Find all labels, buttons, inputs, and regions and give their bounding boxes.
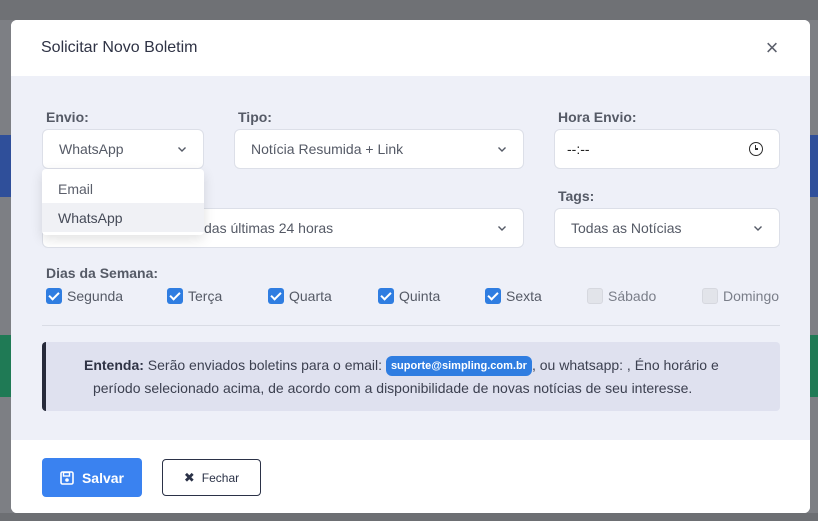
clock-icon[interactable]: [749, 142, 763, 156]
day-quinta[interactable]: Quinta: [378, 288, 440, 304]
checkbox-checked[interactable]: [268, 288, 284, 304]
fechar-label: Fechar: [201, 470, 240, 485]
envio-dropdown-menu: Email WhatsApp: [42, 169, 204, 235]
modal-title: Solicitar Novo Boletim: [41, 39, 198, 56]
day-domingo[interactable]: Domingo: [702, 288, 779, 304]
checkbox-unchecked[interactable]: [702, 288, 718, 304]
chevron-down-icon: [498, 147, 506, 152]
chevron-down-icon: [178, 147, 186, 152]
tipo-value: Notícia Resumida + Link: [251, 141, 404, 157]
info-text-before-email: Serão enviados boletins para o email:: [143, 357, 386, 373]
envio-label: Envio:: [46, 109, 89, 125]
dias-checkbox-group: Segunda Terça Quarta Quinta Sexta Sábado: [46, 288, 780, 308]
info-text-after-email: , ou whatsapp: , Éno horário e: [531, 357, 719, 373]
day-quarta[interactable]: Quarta: [268, 288, 332, 304]
checkbox-checked[interactable]: [485, 288, 501, 304]
save-icon: [60, 470, 74, 485]
info-callout: Entenda: Serão enviados boletins para o …: [42, 342, 780, 411]
close-icon[interactable]: ×: [761, 37, 783, 59]
envio-option-whatsapp[interactable]: WhatsApp: [42, 203, 204, 232]
email-badge: suporte@simpling.com.br: [385, 356, 532, 376]
chevron-down-icon: [498, 226, 506, 231]
day-terca[interactable]: Terça: [167, 288, 222, 304]
divider: [42, 325, 780, 326]
day-sabado[interactable]: Sábado: [587, 288, 656, 304]
hora-envio-label: Hora Envio:: [558, 109, 637, 125]
day-sexta[interactable]: Sexta: [485, 288, 542, 304]
close-icon: ✖: [183, 469, 195, 485]
tags-value: Todas as Notícias: [571, 220, 682, 236]
checkbox-unchecked[interactable]: [587, 288, 603, 304]
fechar-button[interactable]: ✖ Fechar: [162, 459, 261, 496]
checkbox-checked[interactable]: [46, 288, 62, 304]
envio-value: WhatsApp: [59, 141, 124, 157]
dias-label: Dias da Semana:: [46, 265, 159, 281]
save-button[interactable]: Salvar: [42, 458, 142, 497]
tipo-select[interactable]: Notícia Resumida + Link: [234, 129, 524, 169]
hora-envio-value: --:--: [567, 141, 590, 157]
chevron-down-icon: [754, 226, 762, 231]
backdrop-bottom: [0, 513, 818, 521]
info-line-2: período selecionado acima, de acordo com…: [93, 380, 693, 396]
tags-select[interactable]: Todas as Notícias: [554, 208, 780, 248]
modal-header: Solicitar Novo Boletim ×: [11, 20, 810, 76]
day-segunda[interactable]: Segunda: [46, 288, 123, 304]
checkbox-checked[interactable]: [378, 288, 394, 304]
backdrop-top: [0, 0, 818, 20]
info-line-1: Entenda: Serão enviados boletins para o …: [46, 354, 780, 377]
info-title: Entenda:: [84, 357, 144, 373]
tags-label: Tags:: [558, 188, 595, 204]
envio-select[interactable]: WhatsApp: [42, 129, 204, 169]
envio-option-email[interactable]: Email: [42, 174, 204, 203]
tipo-label: Tipo:: [238, 109, 272, 125]
modal-body: Envio: Tipo: Hora Envio: WhatsApp Notíci…: [11, 76, 810, 440]
checkbox-checked[interactable]: [167, 288, 183, 304]
periodo-value: das últimas 24 horas: [204, 220, 334, 236]
hora-envio-input[interactable]: --:--: [554, 129, 780, 169]
modal: Solicitar Novo Boletim × Envio: Tipo: Ho…: [11, 20, 810, 513]
save-label: Salvar: [81, 469, 125, 486]
modal-footer: Salvar ✖ Fechar: [11, 440, 810, 513]
